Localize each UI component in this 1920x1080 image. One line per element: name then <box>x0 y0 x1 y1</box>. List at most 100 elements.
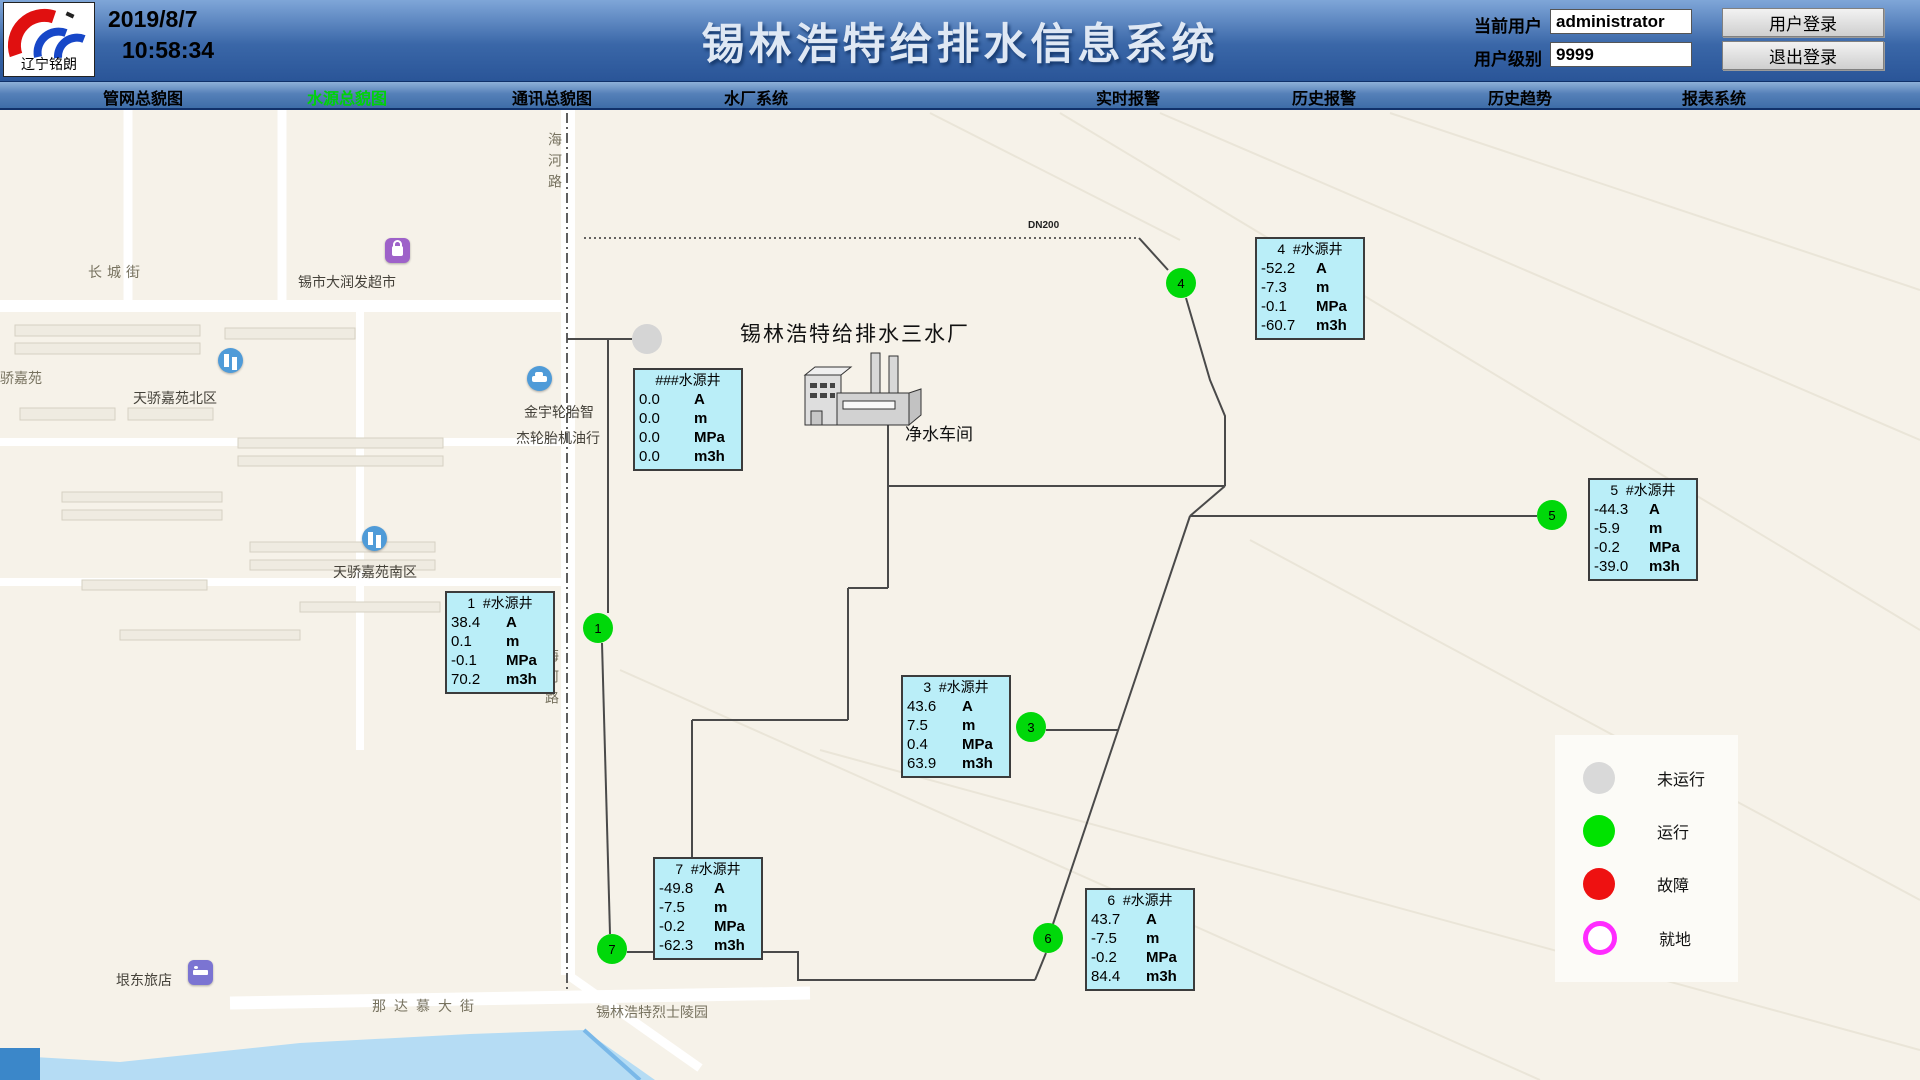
pressure-value: -0.1 <box>451 651 506 670</box>
well-number: 4 <box>1177 276 1184 291</box>
level-value: 7.5 <box>907 716 962 735</box>
legend-label: 故障 <box>1657 872 1689 896</box>
current-time: 10:58:34 <box>122 37 214 64</box>
flow-unit: m3h <box>1146 967 1177 986</box>
flow-value: 70.2 <box>451 670 506 689</box>
pressure-value: -0.1 <box>1261 297 1316 316</box>
well-box-title: 4 #水源井 <box>1257 240 1363 259</box>
company-logo: 辽宁铭朗 <box>3 2 95 77</box>
nav-water-source-overview[interactable]: 水源总貌图 <box>282 85 412 109</box>
nav-realtime-alarm[interactable]: 实时报警 <box>1063 85 1193 109</box>
level-unit: m <box>1316 278 1329 297</box>
legend-item-local: 就地 <box>1555 921 1738 955</box>
current-value: -52.2 <box>1261 259 1316 278</box>
nav-history-alarm[interactable]: 历史报警 <box>1259 85 1389 109</box>
legend-label: 就地 <box>1659 926 1691 950</box>
level-value: 0.1 <box>451 632 506 651</box>
map-canvas: 海河路 长城街 锡市大润发超市 天骄嘉苑 天骄嘉苑北区 金宇轮胎智 杰轮胎机油行… <box>0 110 1920 1080</box>
well-box-title: 7 #水源井 <box>655 860 761 879</box>
current-value: 38.4 <box>451 613 506 632</box>
well-3-status-circle[interactable]: 3 <box>1016 712 1046 742</box>
current-unit: A <box>694 390 705 409</box>
legend-item-not-running: 未运行 <box>1555 762 1738 794</box>
legend-gray-circle-icon <box>1583 762 1615 794</box>
level-unit: m <box>694 409 707 428</box>
well-number: 3 <box>1027 720 1034 735</box>
flow-value: 84.4 <box>1091 967 1146 986</box>
legend-green-circle-icon <box>1583 815 1615 847</box>
water-area <box>0 1030 655 1080</box>
current-value: -44.3 <box>1594 500 1649 519</box>
logo-arcs-icon <box>4 3 94 59</box>
poi-label-tianjiao-south: 天骄嘉苑南区 <box>333 562 417 582</box>
well-box-title: 3 #水源井 <box>903 678 1009 697</box>
user-level-label: 用户级别 <box>1474 45 1542 70</box>
nav-pipe-network-overview[interactable]: 管网总貌图 <box>78 85 208 109</box>
current-user-label: 当前用户 <box>1474 12 1542 37</box>
workshop-label: 净水车间 <box>905 420 973 445</box>
well-box-5[interactable]: 5 #水源井 -44.3A -5.9m -0.2MPa -39.0m3h <box>1588 478 1698 581</box>
well-unused-status-circle[interactable] <box>632 324 662 354</box>
legend-item-fault: 故障 <box>1555 868 1738 900</box>
pressure-value: -0.2 <box>1091 948 1146 967</box>
flow-unit: m3h <box>1316 316 1347 335</box>
poi-label-jinyu-tire: 金宇轮胎智 <box>524 402 594 422</box>
auto-repair-car-icon <box>527 366 552 391</box>
legend-magenta-ring-icon <box>1583 921 1617 955</box>
flow-unit: m3h <box>962 754 993 773</box>
logo-text: 辽宁铭朗 <box>4 54 94 74</box>
nav-history-trend[interactable]: 历史趋势 <box>1455 85 1585 109</box>
well-box-unused[interactable]: ###水源井 0.0A 0.0m 0.0MPa 0.0m3h <box>633 368 743 471</box>
well-5-status-circle[interactable]: 5 <box>1537 500 1567 530</box>
user-level-input[interactable] <box>1550 42 1692 67</box>
current-unit: A <box>962 697 973 716</box>
nav-water-plant-system[interactable]: 水厂系统 <box>691 85 821 109</box>
flow-unit: m3h <box>694 447 725 466</box>
flow-value: 63.9 <box>907 754 962 773</box>
factory-icon <box>805 353 921 425</box>
level-unit: m <box>1649 519 1662 538</box>
well-box-4[interactable]: 4 #水源井 -52.2A -7.3m -0.1MPa -60.7m3h <box>1255 237 1365 340</box>
current-value: 0.0 <box>639 390 694 409</box>
legend-label: 运行 <box>1657 819 1689 843</box>
pressure-value: -0.2 <box>659 917 714 936</box>
status-legend: 未运行 运行 故障 就地 <box>1555 735 1738 982</box>
current-unit: A <box>1146 910 1157 929</box>
legend-red-circle-icon <box>1583 868 1615 900</box>
plant-name-label: 锡林浩特给排水三水厂 <box>740 318 970 348</box>
pressure-unit: MPa <box>962 735 993 754</box>
nav-communication-overview[interactable]: 通讯总貌图 <box>487 85 617 109</box>
current-date: 2019/8/7 <box>108 6 214 33</box>
poi-label-martyrs-cemetery: 锡林浩特烈士陵园 <box>596 1002 708 1022</box>
road-label-nadamu: 那达慕大街 <box>372 996 482 1016</box>
flow-value: -60.7 <box>1261 316 1316 335</box>
legend-item-running: 运行 <box>1555 815 1738 847</box>
residence-north-icon <box>218 348 243 373</box>
residence-south-icon <box>362 526 387 551</box>
current-value: 43.7 <box>1091 910 1146 929</box>
current-unit: A <box>1316 259 1327 278</box>
logout-button[interactable]: 退出登录 <box>1722 41 1884 70</box>
well-box-6[interactable]: 6 #水源井 43.7A -7.5m -0.2MPa 84.4m3h <box>1085 888 1195 991</box>
current-unit: A <box>1649 500 1660 519</box>
well-4-status-circle[interactable]: 4 <box>1166 268 1196 298</box>
well-box-3[interactable]: 3 #水源井 43.6A 7.5m 0.4MPa 63.9m3h <box>901 675 1011 778</box>
nav-report-system[interactable]: 报表系统 <box>1649 85 1779 109</box>
well-box-1[interactable]: 1 #水源井 38.4A 0.1m -0.1MPa 70.2m3h <box>445 591 555 694</box>
well-box-title: ###水源井 <box>635 371 741 390</box>
well-7-status-circle[interactable]: 7 <box>597 934 627 964</box>
current-unit: A <box>714 879 725 898</box>
main-navbar: 管网总貌图 水源总貌图 通讯总貌图 水厂系统 实时报警 历史报警 历史趋势 报表… <box>0 81 1920 110</box>
well-number: 5 <box>1548 508 1555 523</box>
poi-label-jie-tire: 杰轮胎机油行 <box>516 428 600 448</box>
well-6-status-circle[interactable]: 6 <box>1033 923 1063 953</box>
well-1-status-circle[interactable]: 1 <box>583 613 613 643</box>
pressure-value: 0.4 <box>907 735 962 754</box>
current-user-input[interactable] <box>1550 9 1692 34</box>
login-button[interactable]: 用户登录 <box>1722 8 1884 37</box>
current-unit: A <box>506 613 517 632</box>
well-box-7[interactable]: 7 #水源井 -49.8A -7.5m -0.2MPa -62.3m3h <box>653 857 763 960</box>
pressure-unit: MPa <box>506 651 537 670</box>
legend-label: 未运行 <box>1657 766 1705 790</box>
level-value: -7.5 <box>659 898 714 917</box>
